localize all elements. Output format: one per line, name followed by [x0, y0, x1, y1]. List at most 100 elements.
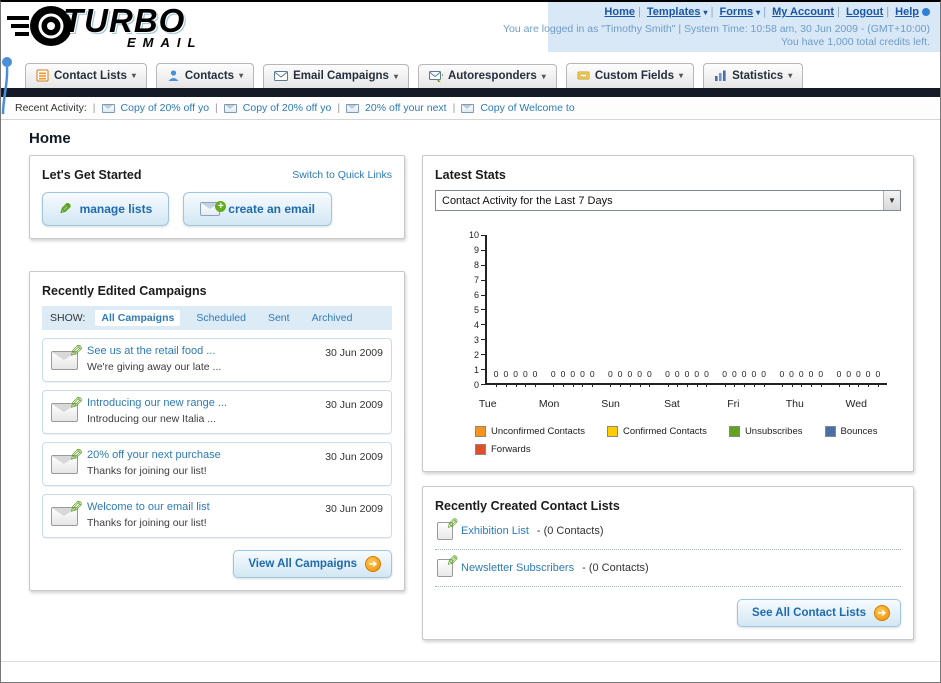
get-started-header: Let's Get Started Switch to Quick Links — [42, 168, 392, 182]
campaign-row[interactable]: 20% off your next purchase Thanks for jo… — [42, 442, 392, 486]
legend-item: Unconfirmed Contacts — [475, 426, 585, 437]
campaign-date: 30 Jun 2009 — [325, 347, 383, 359]
envelope-plus-icon — [200, 201, 227, 216]
filter-scheduled[interactable]: Scheduled — [190, 310, 252, 326]
x-tick-label: Sun — [601, 398, 620, 410]
campaign-row[interactable]: Welcome to our email list Thanks for joi… — [42, 494, 392, 538]
x-tick-label: Mon — [538, 398, 560, 410]
button-label: See All Contact Lists — [752, 607, 866, 619]
x-tick-label: Thu — [785, 398, 804, 410]
filter-sent[interactable]: Sent — [262, 310, 296, 326]
filter-archived[interactable]: Archived — [306, 310, 359, 326]
link-home[interactable]: Home — [604, 6, 635, 18]
bar-value-label: 0 — [618, 369, 622, 387]
bar-value-label: 0 — [722, 369, 727, 387]
campaign-title-link[interactable]: 20% off your next purchase — [87, 449, 316, 461]
separator: | — [837, 6, 840, 18]
tab-contacts[interactable]: Contacts ▾ — [155, 63, 255, 88]
statistics-icon — [715, 70, 726, 81]
contact-list-link[interactable]: Exhibition List — [461, 525, 529, 537]
chevron-down-icon: ▾ — [131, 71, 136, 80]
credits-info: You have 1,000 total credits left. — [780, 36, 930, 48]
autoresponder-icon — [428, 71, 443, 82]
stats-chart: 10 9 8 7 6 5 4 3 2 1 0 000000000000000000000000000… — [435, 230, 901, 392]
campaign-title-link[interactable]: See us at the retail food ... — [87, 345, 316, 357]
chevron-down-icon: ▾ — [541, 71, 546, 81]
pencil-icon: ✎ — [59, 201, 72, 218]
bar-value-label: 0 — [590, 369, 595, 387]
panel-title: Recently Edited Campaigns — [42, 284, 207, 298]
campaign-text: Introducing our new range ... Introducin… — [87, 397, 316, 427]
recent-activity-item[interactable]: Copy of 20% off yo — [121, 102, 210, 114]
y-tick-label: 8 — [463, 258, 485, 273]
campaign-subtitle: Thanks for joining our list! — [87, 517, 207, 529]
link-my-account[interactable]: My Account — [772, 6, 834, 18]
campaign-title-link[interactable]: Introducing our new range ... — [87, 397, 316, 409]
recent-activity-item[interactable]: Copy of Welcome to — [480, 102, 574, 114]
bar-group: 00000 — [658, 369, 715, 387]
separator: | — [763, 6, 767, 18]
logo-text: TURBO EMAIL — [63, 4, 202, 50]
chevron-down-icon: ▾ — [703, 8, 708, 17]
campaign-row[interactable]: See us at the retail food ... We're givi… — [42, 338, 392, 382]
bar-value-label: 0 — [551, 369, 556, 387]
recent-activity-item[interactable]: Copy of 20% off yo — [243, 102, 332, 114]
campaign-text: See us at the retail food ... We're givi… — [87, 345, 316, 375]
chart-legend: Unconfirmed Contacts Confirmed Contacts Un… — [475, 426, 895, 455]
tab-label: Statistics — [732, 69, 784, 82]
chart-y-axis: 10 9 8 7 6 5 4 3 2 1 0 — [463, 228, 485, 392]
envelope-icon — [346, 103, 360, 113]
link-logout[interactable]: Logout — [846, 6, 883, 18]
filter-all-campaigns[interactable]: All Campaigns — [95, 310, 181, 326]
chevron-down-icon: ▾ — [756, 8, 761, 17]
header: TURBO EMAIL Home | Templates ▾ | Forms ▾ | … — [1, 2, 940, 115]
tab-email-campaigns[interactable]: Email Campaigns ▾ — [263, 64, 409, 88]
link-forms[interactable]: Forms — [719, 6, 753, 18]
dropdown-value: Contact Activity for the Last 7 Days — [442, 194, 613, 207]
recent-activity-bar: Recent Activity: | Copy of 20% off yo | … — [1, 97, 940, 120]
tab-label: Email Campaigns — [293, 70, 389, 82]
app-window: TURBO EMAIL Home | Templates ▾ | Forms ▾ | … — [0, 0, 941, 683]
legend-swatch — [824, 426, 836, 437]
tab-custom-fields[interactable]: Custom Fields ▾ — [565, 63, 695, 88]
footer-divider — [1, 661, 940, 662]
contact-list-row[interactable]: Newsletter Subscribers - (0 Contacts) — [435, 550, 901, 587]
campaign-row[interactable]: Introducing our new range ... Introducin… — [42, 390, 392, 434]
campaign-title-link[interactable]: Welcome to our email list — [87, 501, 316, 513]
bar-value-label: 0 — [761, 369, 766, 387]
main-content: Let's Get Started Switch to Quick Links … — [1, 155, 940, 640]
separator: | — [215, 102, 218, 114]
chart-zero-row: 00000000000000000000000000000000000 — [487, 369, 887, 387]
campaign-subtitle: We're giving away our late ... — [87, 361, 222, 373]
left-column: Let's Get Started Switch to Quick Links … — [29, 155, 405, 591]
separator: | — [92, 102, 96, 114]
legend-swatch — [606, 426, 618, 437]
y-tick-label: 0 — [463, 377, 485, 392]
recent-activity-item[interactable]: 20% off your next — [365, 102, 447, 114]
tab-contact-lists[interactable]: Contact Lists ▾ — [25, 63, 147, 88]
y-tick-label: 1 — [463, 362, 485, 377]
campaign-filter-bar: SHOW: All Campaigns Scheduled Sent Archi… — [42, 306, 392, 330]
bar-value-label: 0 — [876, 369, 880, 387]
switch-quick-links-link[interactable]: Switch to Quick Links — [292, 169, 392, 181]
see-all-contact-lists-button[interactable]: See All Contact Lists ➔ — [737, 599, 901, 627]
view-all-campaigns-button[interactable]: View All Campaigns ➔ — [233, 550, 392, 578]
legend-item: Unsubscribes — [728, 426, 803, 437]
link-help[interactable]: Help — [895, 6, 919, 18]
separator: | — [452, 102, 456, 114]
contact-list-row[interactable]: Exhibition List - (0 Contacts) — [435, 513, 901, 550]
bar-value-label: 0 — [742, 369, 747, 387]
bar-value-label: 0 — [580, 369, 585, 387]
bar-value-label: 0 — [799, 369, 804, 387]
legend-swatch — [728, 426, 740, 437]
bar-value-label: 0 — [675, 369, 680, 387]
tab-statistics[interactable]: Statistics ▾ — [703, 63, 804, 88]
stats-period-dropdown[interactable]: Contact Activity for the Last 7 Days ▼ — [435, 190, 901, 211]
y-tick-label: 9 — [463, 243, 485, 258]
link-templates[interactable]: Templates — [647, 6, 701, 18]
contact-list-link[interactable]: Newsletter Subscribers — [461, 562, 574, 574]
manage-lists-button[interactable]: ✎ manage lists — [42, 192, 170, 226]
app-logo: TURBO EMAIL — [7, 4, 202, 50]
create-email-button[interactable]: create an email — [183, 192, 332, 226]
tab-autoresponders[interactable]: Autoresponders ▾ — [417, 64, 557, 88]
